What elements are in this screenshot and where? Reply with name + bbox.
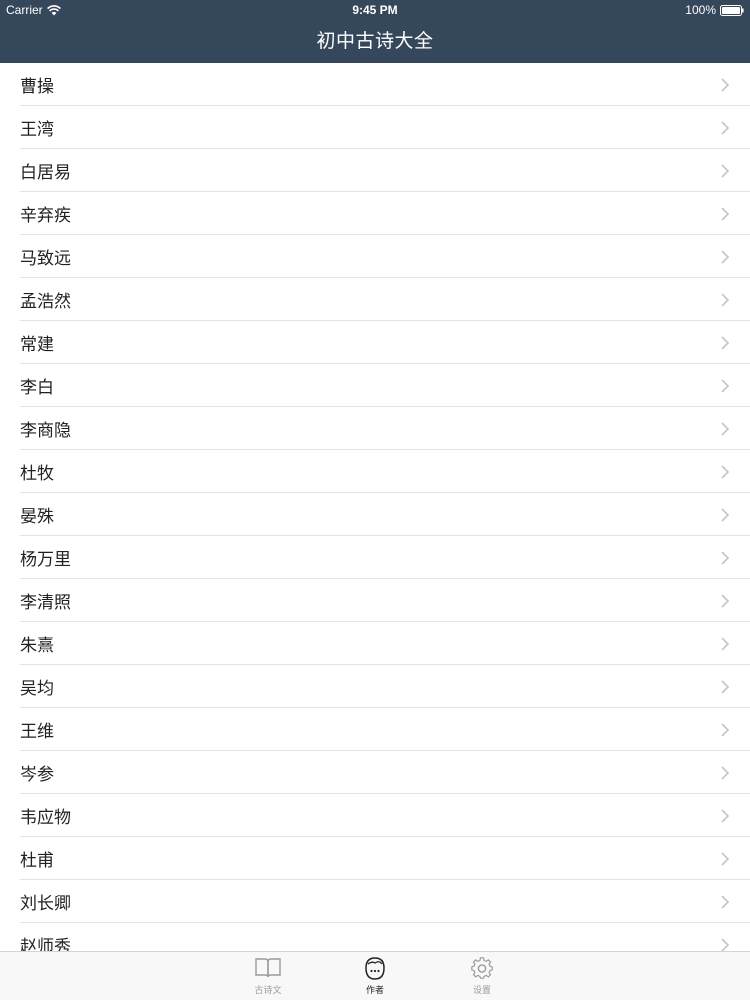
- author-name: 杜牧: [20, 464, 54, 484]
- author-name: 王维: [20, 722, 54, 742]
- author-name: 杨万里: [20, 550, 71, 570]
- author-name: 辛弃疾: [20, 206, 71, 226]
- author-row[interactable]: 朱熹: [0, 622, 750, 665]
- tab-authors[interactable]: 作者: [335, 956, 415, 1000]
- chevron-right-icon: [721, 550, 730, 565]
- author-row[interactable]: 李商隐: [0, 407, 750, 450]
- screen: Carrier 9:45 PM 100% 初中古诗大全 曹操王湾白居易辛弃疾马致…: [0, 0, 750, 1000]
- chevron-right-icon: [721, 636, 730, 651]
- battery-indicator: 100%: [685, 0, 744, 20]
- author-name: 曹操: [20, 77, 54, 97]
- author-row[interactable]: 赵师秀: [0, 923, 750, 951]
- chevron-right-icon: [721, 120, 730, 135]
- author-list: 曹操王湾白居易辛弃疾马致远孟浩然常建李白李商隐杜牧晏殊杨万里李清照朱熹吴均王维岑…: [0, 63, 750, 951]
- author-name: 岑参: [20, 765, 54, 785]
- chevron-right-icon: [721, 206, 730, 221]
- clock: 9:45 PM: [352, 3, 398, 17]
- author-name: 韦应物: [20, 808, 71, 828]
- tab-authors-label: 作者: [365, 986, 384, 996]
- chevron-right-icon: [721, 679, 730, 694]
- author-row[interactable]: 刘长卿: [0, 880, 750, 923]
- tab-bar: 古诗文 作者 设置: [0, 951, 750, 1000]
- author-name: 孟浩然: [20, 292, 71, 312]
- chevron-right-icon: [721, 894, 730, 909]
- status-bar: Carrier 9:45 PM 100%: [0, 0, 750, 20]
- author-row[interactable]: 马致远: [0, 235, 750, 278]
- gear-icon: [471, 957, 493, 979]
- author-name: 李商隐: [20, 421, 71, 441]
- author-name: 常建: [20, 335, 54, 355]
- author-row[interactable]: 杜甫: [0, 837, 750, 880]
- chevron-right-icon: [721, 593, 730, 608]
- author-row[interactable]: 王湾: [0, 106, 750, 149]
- author-row[interactable]: 孟浩然: [0, 278, 750, 321]
- author-name: 吴均: [20, 679, 54, 699]
- chevron-right-icon: [721, 249, 730, 264]
- author-name: 赵师秀: [20, 937, 71, 951]
- chevron-right-icon: [721, 421, 730, 436]
- chevron-right-icon: [721, 507, 730, 522]
- author-name: 朱熹: [20, 636, 54, 656]
- chevron-right-icon: [721, 937, 730, 951]
- chevron-right-icon: [721, 722, 730, 737]
- tab-settings-label: 设置: [472, 986, 491, 996]
- header: Carrier 9:45 PM 100% 初中古诗大全: [0, 0, 750, 63]
- tab-poems[interactable]: 古诗文: [228, 956, 308, 1000]
- chevron-right-icon: [721, 335, 730, 350]
- chevron-right-icon: [721, 464, 730, 479]
- author-row[interactable]: 李清照: [0, 579, 750, 622]
- author-name: 王湾: [20, 120, 54, 140]
- author-row[interactable]: 杜牧: [0, 450, 750, 493]
- battery-percent: 100%: [685, 3, 716, 17]
- author-row[interactable]: 韦应物: [0, 794, 750, 837]
- author-row[interactable]: 杨万里: [0, 536, 750, 579]
- chevron-right-icon: [721, 808, 730, 823]
- author-name: 李清照: [20, 593, 71, 613]
- author-row[interactable]: 岑参: [0, 751, 750, 794]
- tab-settings[interactable]: 设置: [442, 956, 522, 1000]
- chevron-right-icon: [721, 163, 730, 178]
- chevron-right-icon: [721, 378, 730, 393]
- chevron-right-icon: [721, 292, 730, 307]
- author-row[interactable]: 吴均: [0, 665, 750, 708]
- battery-icon: [720, 4, 744, 16]
- tab-poems-label: 古诗文: [254, 986, 282, 996]
- chevron-right-icon: [721, 851, 730, 866]
- author-name: 李白: [20, 378, 54, 398]
- author-row[interactable]: 王维: [0, 708, 750, 751]
- book-icon: [255, 958, 281, 978]
- author-row[interactable]: 曹操: [0, 63, 750, 106]
- author-row[interactable]: 李白: [0, 364, 750, 407]
- author-name: 杜甫: [20, 851, 54, 871]
- page-title: 初中古诗大全: [316, 30, 434, 52]
- face-icon: [365, 957, 385, 980]
- author-row[interactable]: 晏殊: [0, 493, 750, 536]
- author-name: 马致远: [20, 249, 71, 269]
- author-name: 刘长卿: [20, 894, 71, 914]
- chevron-right-icon: [721, 77, 730, 92]
- chevron-right-icon: [721, 765, 730, 780]
- author-name: 晏殊: [20, 507, 54, 527]
- author-row[interactable]: 白居易: [0, 149, 750, 192]
- author-row[interactable]: 辛弃疾: [0, 192, 750, 235]
- author-row[interactable]: 常建: [0, 321, 750, 364]
- author-name: 白居易: [20, 163, 71, 183]
